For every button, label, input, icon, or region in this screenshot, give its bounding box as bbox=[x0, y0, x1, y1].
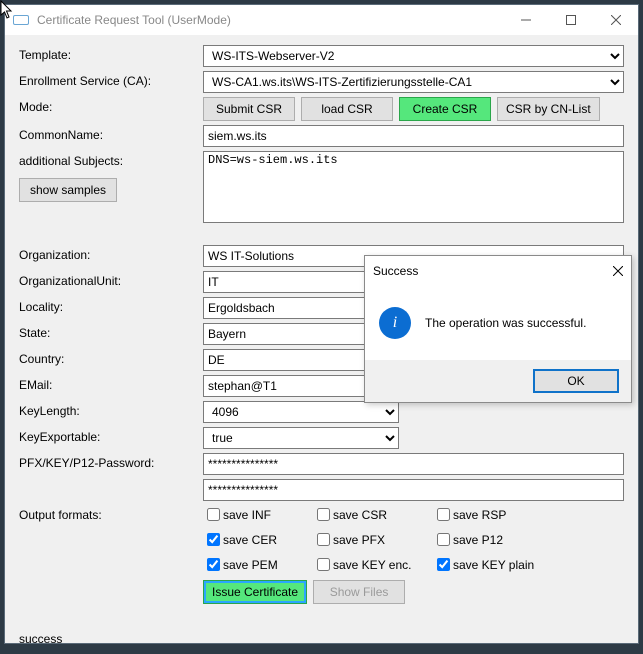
label-organization: Organization: bbox=[19, 245, 203, 262]
success-dialog: Success i The operation was successful. … bbox=[364, 255, 632, 403]
chk-save-pem-box[interactable] bbox=[207, 558, 220, 571]
pfxpass2-input[interactable] bbox=[203, 479, 624, 501]
label-email: EMail: bbox=[19, 375, 203, 392]
chk-save-pfx[interactable]: save PFX bbox=[313, 530, 433, 549]
close-icon bbox=[613, 266, 623, 276]
dialog-close-button[interactable] bbox=[613, 263, 623, 279]
maximize-button[interactable] bbox=[548, 5, 593, 35]
chk-save-cer-box[interactable] bbox=[207, 533, 220, 546]
label-locality: Locality: bbox=[19, 297, 203, 314]
load-csr-button[interactable]: load CSR bbox=[301, 97, 393, 121]
enrollment-select[interactable]: WS-CA1.ws.its\WS-ITS-Zertifizierungsstel… bbox=[203, 71, 624, 93]
close-icon bbox=[611, 15, 621, 25]
label-mode: Mode: bbox=[19, 97, 203, 114]
chk-save-csr[interactable]: save CSR bbox=[313, 505, 433, 524]
chk-save-keyenc-box[interactable] bbox=[317, 558, 330, 571]
dialog-message: The operation was successful. bbox=[425, 316, 586, 330]
chk-save-p12[interactable]: save P12 bbox=[433, 530, 573, 549]
template-select[interactable]: WS-ITS-Webserver-V2 bbox=[203, 45, 624, 67]
show-files-button: Show Files bbox=[313, 580, 405, 604]
close-button[interactable] bbox=[593, 5, 638, 35]
window-title: Certificate Request Tool (UserMode) bbox=[37, 13, 231, 27]
chk-save-inf[interactable]: save INF bbox=[203, 505, 313, 524]
label-state: State: bbox=[19, 323, 203, 340]
label-country: Country: bbox=[19, 349, 203, 366]
minimize-icon bbox=[521, 15, 531, 25]
chk-save-keyenc[interactable]: save KEY enc. bbox=[313, 555, 433, 574]
label-outputformats: Output formats: bbox=[19, 505, 203, 522]
info-icon: i bbox=[379, 307, 411, 339]
label-ou: OrganizationalUnit: bbox=[19, 271, 203, 288]
chk-save-cer[interactable]: save CER bbox=[203, 530, 313, 549]
chk-save-pem[interactable]: save PEM bbox=[203, 555, 313, 574]
label-commonname: CommonName: bbox=[19, 125, 203, 142]
issue-certificate-button[interactable]: Issue Certificate bbox=[203, 580, 307, 604]
label-addsubj: additional Subjects: bbox=[19, 151, 203, 168]
label-template: Template: bbox=[19, 45, 203, 62]
chk-save-csr-box[interactable] bbox=[317, 508, 330, 521]
minimize-button[interactable] bbox=[503, 5, 548, 35]
label-pfxpass: PFX/KEY/P12-Password: bbox=[19, 453, 203, 470]
commonname-input[interactable] bbox=[203, 125, 624, 147]
csr-by-cnlist-button[interactable]: CSR by CN-List bbox=[497, 97, 600, 121]
app-icon bbox=[13, 15, 29, 25]
submit-csr-button[interactable]: Submit CSR bbox=[203, 97, 295, 121]
keylength-select[interactable]: 4096 bbox=[203, 401, 399, 423]
status-text: success bbox=[19, 632, 624, 646]
chk-save-inf-box[interactable] bbox=[207, 508, 220, 521]
chk-save-p12-box[interactable] bbox=[437, 533, 450, 546]
chk-save-keyplain[interactable]: save KEY plain bbox=[433, 555, 573, 574]
pfxpass1-input[interactable] bbox=[203, 453, 624, 475]
show-samples-button[interactable]: show samples bbox=[19, 178, 117, 202]
label-keylength: KeyLength: bbox=[19, 401, 203, 418]
chk-save-rsp[interactable]: save RSP bbox=[433, 505, 573, 524]
maximize-icon bbox=[566, 15, 576, 25]
chk-save-rsp-box[interactable] bbox=[437, 508, 450, 521]
dialog-ok-button[interactable]: OK bbox=[533, 369, 619, 393]
label-enrollment: Enrollment Service (CA): bbox=[19, 71, 203, 88]
output-formats-grid: save INF save CSR save RSP save CER save… bbox=[203, 505, 573, 574]
dialog-title: Success bbox=[373, 264, 418, 278]
addsubj-textarea[interactable]: DNS=ws-siem.ws.its bbox=[203, 151, 624, 223]
chk-save-keyplain-box[interactable] bbox=[437, 558, 450, 571]
titlebar: Certificate Request Tool (UserMode) bbox=[5, 5, 638, 35]
label-keyexportable: KeyExportable: bbox=[19, 427, 203, 444]
chk-save-pfx-box[interactable] bbox=[317, 533, 330, 546]
create-csr-button[interactable]: Create CSR bbox=[399, 97, 491, 121]
keyexportable-select[interactable]: true bbox=[203, 427, 399, 449]
